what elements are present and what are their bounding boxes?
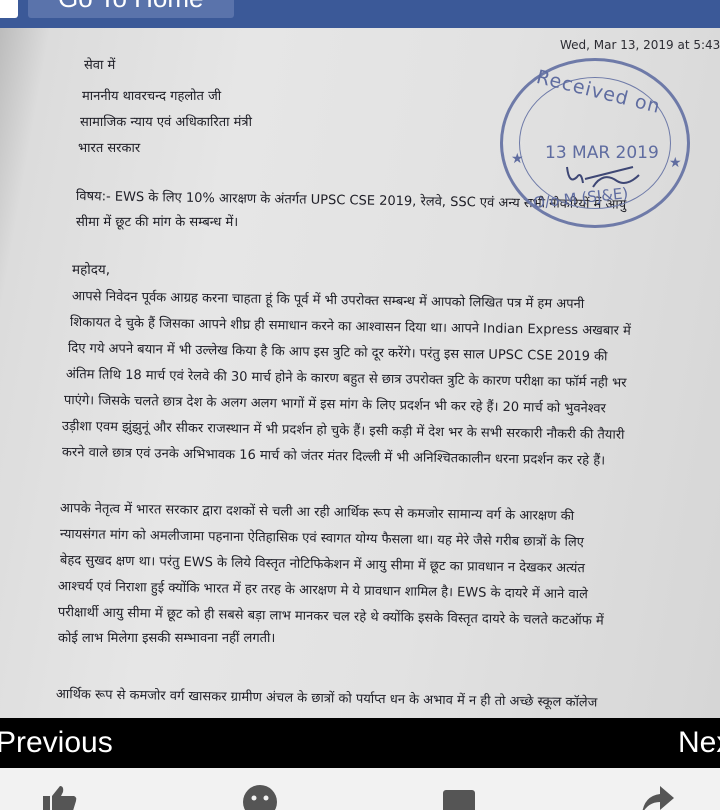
action-bar bbox=[0, 768, 720, 810]
paragraph-line: बेहद सुखद क्षण था। परंतु EWS के लिये विस… bbox=[59, 553, 585, 577]
letter-photo: Wed, Mar 13, 2019 at 5:43 P सेवा में मान… bbox=[0, 28, 720, 718]
smiley-icon[interactable] bbox=[242, 784, 278, 810]
paragraph-line: पाएंगे। जिसके चलते छात्र देश के अलग अलग … bbox=[63, 393, 607, 417]
email-date: Wed, Mar 13, 2019 at 5:43 P bbox=[560, 38, 720, 52]
paragraph-line: करने वाले छात्र एवं उनके अभिभावक 16 मार्… bbox=[61, 445, 606, 469]
top-bar: Go To Home bbox=[0, 0, 720, 28]
paragraph-line: आपसे निवेदन पूर्वक आग्रह करना चाहता हूं … bbox=[71, 289, 585, 313]
paragraph-line: न्यायसंगत मांग को अमलीजामा पहनाना ऐतिहास… bbox=[59, 527, 585, 551]
paragraph-line: आर्थिक रूप से कमजोर वर्ग खासकर ग्रामीण अ… bbox=[55, 687, 598, 711]
menu-square-icon[interactable] bbox=[0, 0, 18, 18]
received-stamp: Received on ★ 13 MAR 2019 ★ O/o M (SJ&E) bbox=[500, 58, 690, 228]
photo-nav-bar: Previous Next bbox=[0, 718, 720, 768]
paragraph-line: अंतिम तिथि 18 मार्च एवं रेलवे की 30 मार्… bbox=[65, 367, 627, 391]
salutation: महोदय, bbox=[72, 262, 111, 278]
next-button[interactable]: Next bbox=[678, 726, 720, 760]
address-line: सामाजिक न्याय एवं अधिकारिता मंत्री bbox=[80, 115, 252, 130]
comment-icon[interactable] bbox=[442, 784, 478, 810]
paragraph-line: उड़ीशा एवम झुंझुनूं और सीकर राजस्थान में… bbox=[61, 419, 625, 443]
star-icon: ★ bbox=[669, 155, 682, 171]
share-icon[interactable] bbox=[640, 784, 676, 810]
like-icon[interactable] bbox=[42, 784, 78, 810]
paragraph-line: परीक्षार्थी आयु सीमा में छूट को ही सबसे … bbox=[57, 605, 604, 629]
paragraph-line: शिकायत दे चुके हैं जिसका आपने शीघ्र ही स… bbox=[69, 315, 631, 339]
address-line: सेवा में bbox=[84, 58, 116, 73]
previous-button[interactable]: Previous bbox=[0, 726, 113, 760]
address-line: भारत सरकार bbox=[78, 141, 141, 156]
letter-paper: Wed, Mar 13, 2019 at 5:43 P सेवा में मान… bbox=[0, 28, 720, 718]
paragraph-line: आपके नेतृत्व में भारत सरकार द्वारा दशकों… bbox=[59, 501, 575, 525]
subject-line: सीमा में छूट की मांग के सम्बन्ध में। bbox=[76, 215, 239, 230]
paragraph-line: दिए गये अपने बयान में भी उल्लेख किया है … bbox=[67, 341, 608, 365]
signature-scribble bbox=[566, 166, 640, 188]
paragraph-line: कोई लाभ मिलेगा इसकी सम्भावना नहीं लगती। bbox=[58, 631, 276, 646]
paragraph-line: आश्चर्य एवं निराशा हुई क्योंकि भारत में … bbox=[57, 579, 588, 603]
go-to-home-button[interactable]: Go To Home bbox=[28, 0, 234, 18]
address-line: माननीय थावरचन्द गहलोत जी bbox=[82, 89, 222, 104]
star-icon: ★ bbox=[511, 151, 524, 167]
